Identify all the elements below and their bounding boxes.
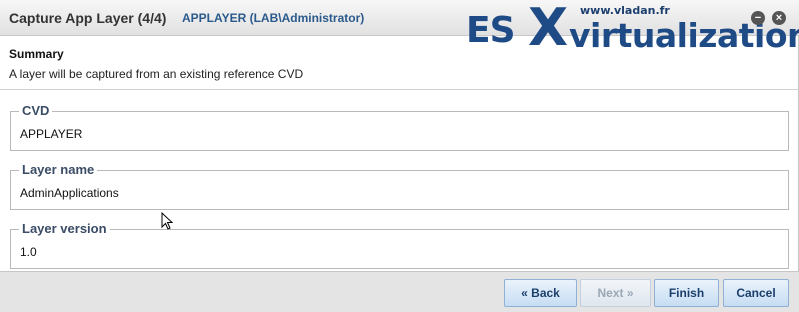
capture-app-layer-dialog: Capture App Layer (4/4) APPLAYER (LAB\Ad…	[0, 0, 799, 312]
close-icon[interactable]: ×	[772, 11, 786, 25]
cvd-label: CVD	[19, 103, 53, 118]
dialog-subtitle: APPLAYER (LAB\Administrator)	[182, 11, 365, 25]
summary-description: A layer will be captured from an existin…	[9, 67, 304, 81]
summary-title: Summary	[9, 47, 64, 61]
summary-section: Summary A layer will be captured from an…	[0, 37, 799, 90]
back-button[interactable]: « Back	[504, 279, 577, 307]
dialog-footer: « Back Next » Finish Cancel	[0, 271, 799, 312]
finish-button[interactable]: Finish	[654, 279, 719, 307]
layer-name-label: Layer name	[19, 162, 98, 177]
next-button[interactable]: Next »	[580, 279, 651, 307]
mouse-pointer-icon	[161, 212, 173, 230]
layer-version-label: Layer version	[19, 221, 110, 236]
dialog-title: Capture App Layer (4/4)	[9, 10, 167, 26]
layer-version-fieldset: Layer version 1.0	[10, 221, 789, 269]
layer-name-value: AdminApplications	[20, 186, 119, 200]
cvd-fieldset: CVD APPLAYER	[10, 103, 789, 151]
layer-version-value: 1.0	[20, 245, 37, 259]
layer-name-fieldset: Layer name AdminApplications	[10, 162, 789, 210]
minimize-icon[interactable]: −	[751, 11, 765, 25]
cvd-value: APPLAYER	[20, 127, 83, 141]
cancel-button[interactable]: Cancel	[723, 279, 789, 307]
